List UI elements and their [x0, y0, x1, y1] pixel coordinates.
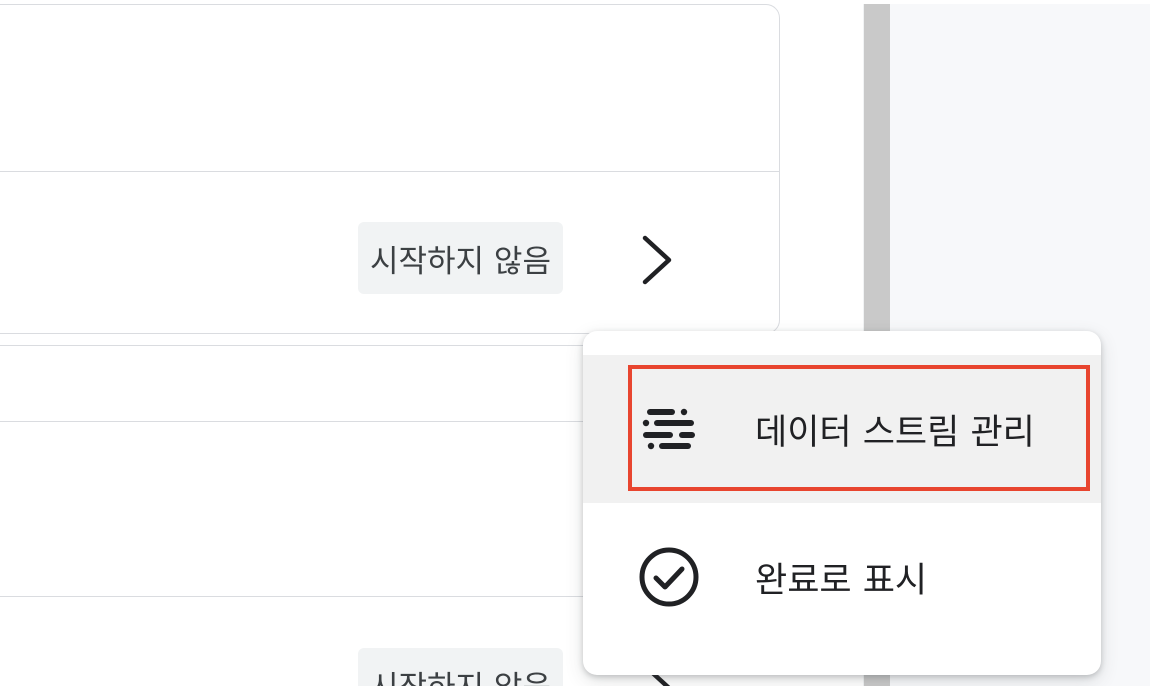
chevron-right-icon[interactable]: [637, 232, 677, 288]
context-menu: 데이터 스트림 관리 완료로 표시: [583, 331, 1101, 675]
data-stream-icon: [637, 397, 701, 461]
status-badge: 시작하지 않음: [358, 648, 563, 686]
menu-item-label: 데이터 스트림 관리: [755, 412, 1035, 453]
setup-page: 시작하지 않음 시작하지 않음: [0, 0, 1150, 686]
menu-item-mark-complete[interactable]: 완료로 표시: [583, 503, 1101, 651]
card-divider: [0, 171, 779, 172]
status-badge: 시작하지 않음: [358, 222, 563, 294]
menu-item-manage-data-streams[interactable]: 데이터 스트림 관리: [583, 355, 1101, 503]
menu-item-label: 완료로 표시: [755, 560, 928, 601]
check-circle-icon: [637, 545, 701, 609]
